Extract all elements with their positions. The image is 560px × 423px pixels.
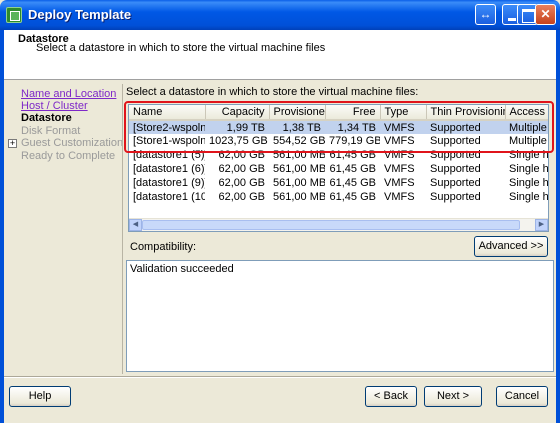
cell-thin-provisioning: Supported xyxy=(430,135,481,147)
cancel-button[interactable]: Cancel xyxy=(496,386,548,407)
table-row[interactable]: [datastore1 (5)] 62,00 GB 561,00 MB 61,4… xyxy=(129,148,549,162)
table-row[interactable]: [datastore1 (10... 62,00 GB 561,00 MB 61… xyxy=(129,190,549,204)
cell-capacity: 1023,75 GB xyxy=(209,135,268,147)
cell-provisioned: 1,38 TB xyxy=(269,120,325,134)
back-button[interactable]: < Back xyxy=(365,386,417,407)
column-header-capacity[interactable]: Capacity xyxy=(205,105,270,121)
compatibility-label: Compatibility: xyxy=(130,241,197,253)
cell-provisioned: 561,00 MB xyxy=(273,163,325,175)
column-header-type[interactable]: Type xyxy=(380,105,427,121)
cell-access: Single hos xyxy=(509,177,549,189)
nav-item-host-cluster[interactable]: Host / Cluster xyxy=(21,100,88,112)
nav-divider xyxy=(122,84,123,374)
scroll-left-icon[interactable]: ◀ xyxy=(129,219,142,231)
cell-provisioned: 561,00 MB xyxy=(273,149,325,161)
cell-type: VMFS xyxy=(384,191,415,203)
cell-capacity: 62,00 GB xyxy=(218,149,265,161)
table-row[interactable]: [Store2-wspoln... 1,99 TB 1,38 TB 1,34 T… xyxy=(129,120,548,134)
cell-free: 779,19 GB xyxy=(329,135,380,147)
cell-provisioned: 561,00 MB xyxy=(273,191,325,203)
column-header-thin-provisioning[interactable]: Thin Provisioning xyxy=(426,105,506,121)
cell-capacity: 1,99 TB xyxy=(205,120,269,134)
window-title: Deploy Template xyxy=(28,7,132,22)
table-row[interactable]: [datastore1 (9)] 62,00 GB 561,00 MB 61,4… xyxy=(129,176,549,190)
cell-free: 61,45 GB xyxy=(329,149,376,161)
cell-name: [Store1-wspoln... xyxy=(133,135,205,147)
nav-item-guest-customization: Guest Customization xyxy=(21,137,124,149)
cell-capacity: 62,00 GB xyxy=(218,191,265,203)
wizard-header: Datastore Select a datastore in which to… xyxy=(4,30,556,80)
cell-name: [datastore1 (5)] xyxy=(133,149,205,161)
scrollbar-thumb[interactable] xyxy=(142,220,520,230)
table-header-row: Name Capacity Provisioned Free Type Thin… xyxy=(129,105,548,121)
compatibility-panel: Validation succeeded xyxy=(126,260,554,372)
column-header-access[interactable]: Access xyxy=(505,105,548,121)
cell-type: VMFS xyxy=(380,120,426,134)
cell-name: [datastore1 (6)] xyxy=(133,163,205,175)
cell-type: VMFS xyxy=(384,149,415,161)
cell-type: VMFS xyxy=(384,163,415,175)
nav-item-ready-to-complete: Ready to Complete xyxy=(21,150,116,162)
next-button[interactable]: Next > xyxy=(424,386,482,407)
nav-item-datastore: Datastore xyxy=(21,112,72,124)
cell-free: 61,45 GB xyxy=(329,163,376,175)
cell-name: [datastore1 (9)] xyxy=(133,177,205,189)
cell-name: [datastore1 (10... xyxy=(133,191,205,203)
cell-free: 61,45 GB xyxy=(329,177,376,189)
datastore-table[interactable]: Name Capacity Provisioned Free Type Thin… xyxy=(128,104,549,232)
table-row[interactable]: [Store1-wspoln... 1023,75 GB 554,52 GB 7… xyxy=(129,134,548,148)
footer-separator xyxy=(4,376,556,378)
cell-capacity: 62,00 GB xyxy=(218,177,265,189)
horizontal-scrollbar[interactable]: ◀ ▶ xyxy=(129,218,548,231)
cell-thin-provisioning: Supported xyxy=(430,149,481,161)
expand-icon[interactable]: + xyxy=(8,139,17,148)
cell-free: 1,34 TB xyxy=(325,120,380,134)
cell-thin-provisioning: Supported xyxy=(430,191,481,203)
cell-access: Single hos xyxy=(509,149,549,161)
cell-thin-provisioning: Supported xyxy=(426,120,505,134)
close-button[interactable]: ✕ xyxy=(535,4,556,25)
cell-thin-provisioning: Supported xyxy=(430,177,481,189)
validation-message: Validation succeeded xyxy=(130,263,234,275)
column-header-provisioned[interactable]: Provisioned xyxy=(269,105,326,121)
page-subtitle: Select a datastore in which to store the… xyxy=(36,42,326,54)
nav-item-name-and-location[interactable]: Name and Location xyxy=(21,88,116,100)
cell-type: VMFS xyxy=(384,177,415,189)
cell-access: Multiple ho xyxy=(505,120,548,134)
help-button[interactable]: Help xyxy=(9,386,71,407)
scroll-right-icon[interactable]: ▶ xyxy=(535,219,548,231)
cell-type: VMFS xyxy=(384,135,415,147)
nav-item-disk-format: Disk Format xyxy=(21,125,81,137)
cell-provisioned: 554,52 GB xyxy=(273,135,325,147)
cell-access: Single hos xyxy=(509,191,549,203)
advanced-button[interactable]: Advanced >> xyxy=(474,236,548,257)
wizard-steps-nav: Name and Location Host / Cluster Datasto… xyxy=(4,84,124,364)
cell-thin-provisioning: Supported xyxy=(430,163,481,175)
datastore-prompt: Select a datastore in which to store the… xyxy=(126,86,419,98)
window-frame-right xyxy=(556,30,560,423)
cell-access: Multiple ho xyxy=(509,135,548,147)
column-header-free[interactable]: Free xyxy=(325,105,381,121)
title-bar[interactable]: Deploy Template ↔ ✕ xyxy=(0,0,560,30)
cell-capacity: 62,00 GB xyxy=(218,163,265,175)
cell-access: Single hos xyxy=(509,163,549,175)
cell-provisioned: 561,00 MB xyxy=(273,177,325,189)
cell-name: [Store2-wspoln... xyxy=(129,120,205,134)
restore-arrows-icon[interactable]: ↔ xyxy=(475,4,496,25)
column-header-name[interactable]: Name xyxy=(129,105,206,121)
table-row[interactable]: [datastore1 (6)] 62,00 GB 561,00 MB 61,4… xyxy=(129,162,549,176)
app-icon xyxy=(6,7,22,23)
cell-free: 61,45 GB xyxy=(329,191,376,203)
